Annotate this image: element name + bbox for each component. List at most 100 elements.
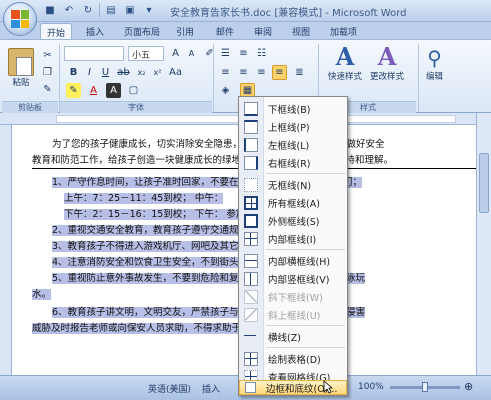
insert-mode-status[interactable]: 插入 xyxy=(202,382,220,395)
border-left-icon xyxy=(244,138,258,152)
menu-item-no-border[interactable]: 无框线(N) xyxy=(239,176,347,194)
tab-page-layout[interactable]: 页面布局 xyxy=(118,23,166,39)
zoom-in-icon[interactable]: ⊕ xyxy=(464,380,473,393)
quick-styles-button[interactable]: A 快速样式 xyxy=(328,42,362,83)
menu-item-inside-borders[interactable]: 内部框线(I) xyxy=(239,230,347,248)
open-icon[interactable]: ▤ xyxy=(103,3,119,18)
tab-addins[interactable]: 加载项 xyxy=(324,23,363,39)
undo-icon[interactable]: ↶ xyxy=(61,3,77,18)
group-separator xyxy=(418,44,419,112)
redo-icon[interactable]: ↻ xyxy=(80,3,96,18)
selected-text: 2、重视交通安全教育，教育孩子遵守交通规则 xyxy=(52,225,249,236)
selected-text: 上午：7：25－11：45到校； 中午： xyxy=(64,193,224,204)
font-color-icon[interactable]: A xyxy=(86,83,101,98)
shading-icon[interactable]: ◈ xyxy=(218,83,233,98)
strikethrough-icon[interactable]: ab xyxy=(116,65,131,80)
save-icon[interactable]: ■ xyxy=(42,3,58,18)
scrollbar-thumb[interactable] xyxy=(479,153,489,213)
editing-label: 编辑 xyxy=(426,72,444,82)
change-case-icon[interactable]: Aa xyxy=(168,65,183,80)
menu-item-all-borders[interactable]: 所有框线(A) xyxy=(239,194,347,212)
border-all-icon xyxy=(244,196,258,210)
menu-separator xyxy=(266,347,345,348)
align-center-icon[interactable]: ≡ xyxy=(236,65,251,80)
mouse-cursor-icon xyxy=(323,380,333,394)
menu-item-label: 外侧框线(S) xyxy=(268,217,320,228)
character-shading-icon[interactable]: A xyxy=(106,83,121,98)
menu-item-label: 所有框线(A) xyxy=(268,199,320,210)
shrink-font-icon[interactable]: A xyxy=(184,46,199,61)
menu-item-inside-horizontal[interactable]: 内部横框线(H) xyxy=(239,252,347,270)
border-none-icon xyxy=(244,178,258,192)
menu-item-diagonal-down: 斜下框线(W) xyxy=(239,288,347,306)
print-preview-icon[interactable]: ▣ xyxy=(122,3,138,18)
menu-item-label: 斜上框线(U) xyxy=(268,311,321,322)
office-button[interactable] xyxy=(3,2,37,36)
customize-qat-icon[interactable]: ▾ xyxy=(141,3,157,18)
menu-item-label: 内部横框线(H) xyxy=(268,257,331,268)
grow-font-icon[interactable]: A xyxy=(168,46,183,61)
font-name-combo[interactable] xyxy=(64,46,124,61)
clear-formatting-icon[interactable]: ✐ xyxy=(202,46,217,61)
tab-references[interactable]: 引用 xyxy=(170,23,200,39)
menu-item-label: 横线(Z) xyxy=(268,333,301,344)
tab-mailings[interactable]: 邮件 xyxy=(210,23,240,39)
find-icon: ⚲ xyxy=(427,46,442,70)
justify-icon[interactable]: ≡ xyxy=(272,65,287,80)
editing-button[interactable]: ⚲ 编辑 xyxy=(426,46,443,82)
align-left-icon[interactable]: ≡ xyxy=(218,65,233,80)
tab-home[interactable]: 开始 xyxy=(40,23,73,39)
character-border-icon[interactable]: ▢ xyxy=(126,83,141,98)
menu-item-label: 左框线(L) xyxy=(268,141,310,152)
underline-icon[interactable]: U xyxy=(98,65,113,80)
menu-separator xyxy=(266,325,345,326)
paste-button[interactable]: 粘贴 xyxy=(8,48,34,88)
zoom-level[interactable]: 100% xyxy=(358,382,384,392)
menu-item-label: 无框线(N) xyxy=(268,181,312,192)
borders-shading-icon xyxy=(245,382,256,393)
menu-item-draw-table[interactable]: 绘制表格(D) xyxy=(239,350,347,368)
bold-icon[interactable]: B xyxy=(66,65,81,80)
menu-separator xyxy=(266,249,345,250)
menu-item-horizontal-line[interactable]: 横线(Z) xyxy=(239,328,347,346)
zoom-slider-knob[interactable] xyxy=(422,382,428,392)
horizontal-line-icon xyxy=(244,330,258,344)
ribbon-tabs: 开始 插入 页面布局 引用 邮件 审阅 视图 加载项 xyxy=(0,22,491,39)
change-styles-button[interactable]: A 更改样式 xyxy=(370,44,404,83)
draw-table-icon xyxy=(244,352,258,366)
quick-styles-icon: A xyxy=(335,42,355,71)
menu-item-top-border[interactable]: 上框线(P) xyxy=(239,118,347,136)
menu-item-label: 斜下框线(W) xyxy=(268,293,323,304)
multilevel-list-icon[interactable]: ☷ xyxy=(254,46,269,61)
cut-icon[interactable]: ✂ xyxy=(40,48,55,63)
italic-icon[interactable]: I xyxy=(82,65,97,80)
font-group-label: 字体 xyxy=(60,101,212,113)
font-size-combo[interactable]: 小五 xyxy=(128,46,164,61)
superscript-icon[interactable]: x² xyxy=(150,65,165,80)
subscript-icon[interactable]: x₂ xyxy=(134,65,149,80)
menu-item-label: 绘制表格(D) xyxy=(268,355,321,366)
zoom-slider[interactable] xyxy=(390,382,460,392)
highlight-icon[interactable]: ✎ xyxy=(66,83,81,98)
tab-view[interactable]: 视图 xyxy=(286,23,316,39)
menu-item-label: 上框线(P) xyxy=(268,123,310,134)
menu-item-outside-borders[interactable]: 外侧框线(S) xyxy=(239,212,347,230)
menu-item-label: 内部框线(I) xyxy=(268,235,317,246)
bullets-icon[interactable]: ☰ xyxy=(218,46,233,61)
align-right-icon[interactable]: ≡ xyxy=(254,65,269,80)
menu-item-label: 内部竖框线(V) xyxy=(268,275,330,286)
menu-item-left-border[interactable]: 左框线(L) xyxy=(239,136,347,154)
tab-review[interactable]: 审阅 xyxy=(248,23,278,39)
distributed-icon[interactable]: ≣ xyxy=(292,65,307,80)
tab-insert[interactable]: 插入 xyxy=(80,23,110,39)
menu-item-right-border[interactable]: 右框线(R) xyxy=(239,154,347,172)
menu-item-bottom-border[interactable]: 下框线(B) xyxy=(239,100,347,118)
vertical-scrollbar[interactable] xyxy=(476,113,491,375)
menu-item-inside-vertical[interactable]: 内部竖框线(V) xyxy=(239,270,347,288)
language-status[interactable]: 英语(美国) xyxy=(148,382,191,395)
format-painter-icon[interactable]: ✎ xyxy=(40,82,55,97)
paste-label: 粘贴 xyxy=(12,78,30,88)
border-inside-vertical-icon xyxy=(244,272,258,286)
numbering-icon[interactable]: ≡ xyxy=(236,46,251,61)
copy-icon[interactable]: ❐ xyxy=(40,65,55,80)
